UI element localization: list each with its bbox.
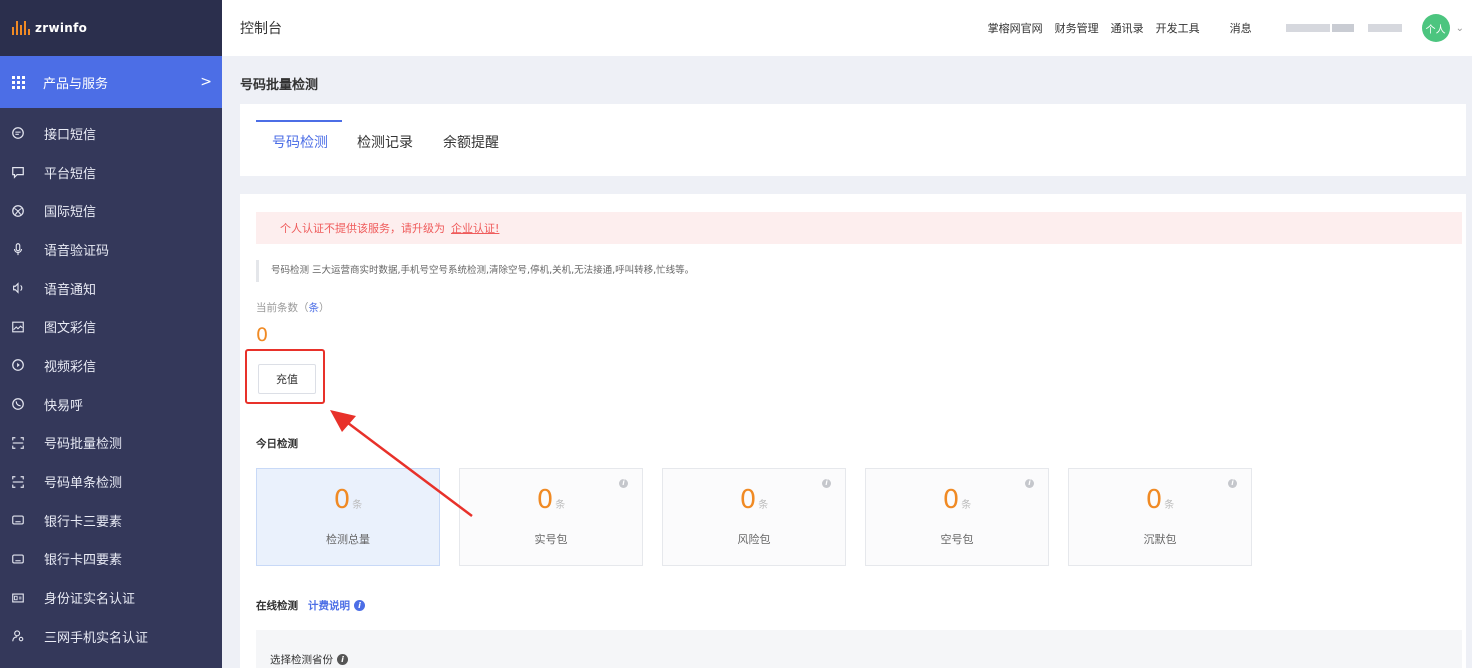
logo[interactable]: zrwinfo <box>0 0 222 56</box>
tab-number-check[interactable]: 号码检测 <box>272 132 328 152</box>
online-check-row: 在线检测 计费说明 i <box>256 598 365 613</box>
image-icon <box>10 319 26 335</box>
stat-real-number: i 0条 实号包 <box>459 468 643 566</box>
tab-balance-reminder[interactable]: 余额提醒 <box>443 132 499 152</box>
microphone-icon <box>10 241 26 257</box>
logo-text: zrwinfo <box>35 21 88 35</box>
sidebar-item-single-check[interactable]: 号码单条检测 <box>0 462 222 501</box>
online-check-title: 在线检测 <box>256 600 298 612</box>
page-title: 号码批量检测 <box>240 78 319 93</box>
tab-check-records[interactable]: 检测记录 <box>357 132 413 152</box>
chevron-down-icon[interactable]: ⌄ <box>1456 23 1464 34</box>
sidebar-item-label: 接口短信 <box>44 127 97 143</box>
sidebar-item-label: 银行卡三要素 <box>44 514 123 530</box>
blurred-account-info <box>1285 24 1330 32</box>
sidebar-item-image-mms[interactable]: 图文彩信 <box>0 307 222 346</box>
stat-silent: i 0条 沉默包 <box>1068 468 1252 566</box>
main-card: 个人认证不提供该服务，请升级为 企业认证! 号码检测 三大运营商实时数据,手机号… <box>240 194 1466 668</box>
chat-bubble-icon <box>10 125 26 141</box>
sidebar-item-label: 图文彩信 <box>44 321 97 337</box>
sidebar-item-label: 快易呼 <box>44 398 84 414</box>
sidebar-item-products[interactable]: 产品与服务 > <box>0 56 222 108</box>
sidebar: zrwinfo 产品与服务 > 接口短信 平台短信 国际短信 语音验证码 语音通… <box>0 0 222 668</box>
sidebar-item-voice-notice[interactable]: 语音通知 <box>0 269 222 308</box>
sidebar-item-mobile-auth[interactable]: 三网手机实名认证 <box>0 617 222 656</box>
sidebar-item-label: 号码单条检测 <box>44 476 123 492</box>
chevron-right-icon: > <box>200 74 212 90</box>
sidebar-item-bank-three[interactable]: 银行卡三要素 <box>0 501 222 540</box>
nav-link-finance[interactable]: 财务管理 <box>1055 20 1099 36</box>
message-square-icon <box>10 164 26 180</box>
sidebar-item-label: 国际短信 <box>44 205 97 221</box>
sidebar-item-label: 银行卡四要素 <box>44 553 123 569</box>
globe-icon <box>10 203 26 219</box>
top-bar: 控制台 掌榕网官网 财务管理 通讯录 开发工具 消息 个人 ⌄ <box>222 0 1472 56</box>
alert-text: 个人认证不提供该服务，请升级为 <box>280 222 445 235</box>
info-icon[interactable]: i <box>337 654 348 665</box>
tabs-card: 号码检测 检测记录 余额提醒 <box>240 104 1466 176</box>
scan-icon <box>10 435 26 451</box>
speaker-icon <box>10 280 26 296</box>
info-icon[interactable]: i <box>354 600 365 611</box>
blurred-account-info <box>1367 24 1402 32</box>
sidebar-item-video-mms[interactable]: 视频彩信 <box>0 346 222 385</box>
sidebar-menu: 接口短信 平台短信 国际短信 语音验证码 语音通知 图文彩信 视频彩信 快易呼 <box>0 108 222 656</box>
card-icon <box>10 551 26 567</box>
nav-link-dev-tools[interactable]: 开发工具 <box>1156 20 1200 36</box>
user-icon <box>10 628 26 644</box>
nav-link-messages[interactable]: 消息 <box>1230 20 1252 36</box>
grid-icon <box>12 75 25 89</box>
sidebar-item-id-auth[interactable]: 身份证实名认证 <box>0 578 222 617</box>
balance-value: 0 <box>256 324 269 346</box>
nav-link-contacts[interactable]: 通讯录 <box>1111 20 1144 36</box>
sidebar-item-label: 三网手机实名认证 <box>44 630 149 646</box>
sidebar-item-label: 身份证实名认证 <box>44 592 136 608</box>
logo-icon <box>12 21 30 35</box>
province-select-label: 选择检测省份 <box>270 654 333 666</box>
balance-label: 当前条数（条） <box>256 302 330 314</box>
nav-link-official-site[interactable]: 掌榕网官网 <box>988 20 1043 36</box>
stat-empty: i 0条 空号包 <box>865 468 1049 566</box>
sidebar-item-batch-check[interactable]: 号码批量检测 <box>0 424 222 463</box>
id-card-icon <box>10 590 26 606</box>
sidebar-item-bank-four[interactable]: 银行卡四要素 <box>0 540 222 579</box>
sidebar-item-label: 平台短信 <box>44 166 97 182</box>
sidebar-item-platform-sms[interactable]: 平台短信 <box>0 153 222 192</box>
sidebar-item-quick-call[interactable]: 快易呼 <box>0 385 222 424</box>
top-nav: 掌榕网官网 财务管理 通讯录 开发工具 消息 个人 ⌄ <box>976 0 1464 56</box>
avatar[interactable]: 个人 <box>1421 14 1450 42</box>
sidebar-item-label: 语音验证码 <box>44 243 110 259</box>
phone-circle-icon <box>10 396 26 412</box>
scan-icon <box>10 474 26 490</box>
today-check-title: 今日检测 <box>256 438 298 450</box>
sidebar-item-api-sms[interactable]: 接口短信 <box>0 114 222 153</box>
sidebar-active-label: 产品与服务 <box>43 76 109 92</box>
enterprise-auth-link[interactable]: 企业认证! <box>451 220 499 236</box>
active-tab-indicator <box>256 120 342 122</box>
card-icon <box>10 512 26 528</box>
service-description: 号码检测 三大运营商实时数据,手机号空号系统检测,清除空号,停机,关机,无法接通… <box>256 260 694 282</box>
province-select-panel: 选择检测省份 i <box>256 630 1462 668</box>
stat-risk: i 0条 风险包 <box>662 468 846 566</box>
sidebar-item-label: 语音通知 <box>44 282 97 298</box>
pricing-link[interactable]: 计费说明 <box>308 598 350 613</box>
sidebar-item-label: 视频彩信 <box>44 359 97 375</box>
sidebar-item-label: 号码批量检测 <box>44 437 123 453</box>
auth-alert: 个人认证不提供该服务，请升级为 企业认证! <box>256 212 1462 244</box>
stat-total: 0条 检测总量 <box>256 468 440 566</box>
blurred-account-info <box>1331 24 1354 32</box>
recharge-button[interactable]: 充值 <box>258 364 316 394</box>
play-circle-icon <box>10 357 26 373</box>
console-title: 控制台 <box>240 21 282 37</box>
sidebar-item-intl-sms[interactable]: 国际短信 <box>0 191 222 230</box>
sidebar-item-voice-code[interactable]: 语音验证码 <box>0 230 222 269</box>
